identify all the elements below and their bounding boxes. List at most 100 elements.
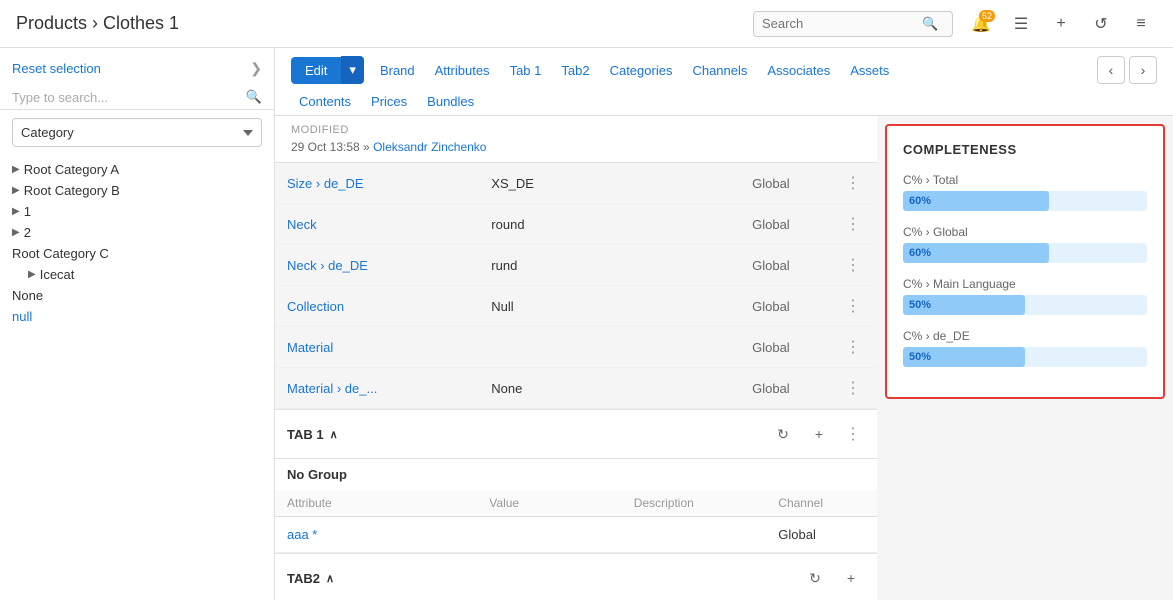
attr-scope-material-de: Global — [740, 368, 829, 409]
attr-name-neck-de[interactable]: Neck › de_DE — [275, 245, 479, 286]
tab2-refresh-button[interactable]: ↻ — [801, 564, 829, 592]
attr-name-collection[interactable]: Collection — [275, 286, 479, 327]
tab-tab1[interactable]: Tab 1 — [502, 57, 550, 84]
tab2-add-button[interactable]: + — [837, 564, 865, 592]
attr-actions-material-de: ⋮ — [829, 368, 877, 409]
tab-brand[interactable]: Brand — [372, 57, 423, 84]
edit-dropdown-button[interactable]: ▾ — [341, 56, 364, 84]
sidebar-search-input[interactable] — [12, 90, 246, 105]
header-icons: 🔔 52 ☰ + ↺ ≡ — [965, 8, 1157, 40]
tab1-data-row: aaa * Global — [275, 517, 877, 553]
tree-item-2[interactable]: ▶ 2 — [12, 222, 262, 243]
tab1-refresh-button[interactable]: ↻ — [769, 420, 797, 448]
menu-button[interactable]: ≡ — [1125, 8, 1157, 40]
attr-name-material[interactable]: Material — [275, 327, 479, 368]
table-scroll-area[interactable]: Modified 29 Oct 13:58 » Oleksandr Zinche… — [275, 116, 877, 600]
dots-icon[interactable]: ⋮ — [841, 296, 865, 317]
plus-icon: + — [1056, 15, 1065, 33]
edit-button-group: Edit ▾ — [291, 56, 364, 84]
tree-item-1[interactable]: ▶ 1 — [12, 201, 262, 222]
attr-scope-material: Global — [740, 327, 829, 368]
tab2-section-header: TAB2 ∧ ↻ + — [275, 553, 877, 600]
tree-item-none[interactable]: None — [12, 285, 262, 306]
attr-actions-neck: ⋮ — [829, 204, 877, 245]
tab-row-2: Contents Prices Bundles — [291, 84, 1157, 115]
tree-item-root-c[interactable]: Root Category C — [12, 243, 262, 264]
tab1-add-button[interactable]: + — [805, 420, 833, 448]
tree-item-null[interactable]: null — [12, 306, 262, 327]
tab1-attr-name-aaa[interactable]: aaa * — [287, 527, 489, 542]
completeness-label-global: C% › Global — [903, 225, 1147, 239]
progress-bar-global: 60% — [903, 243, 1147, 263]
tab1-title-text: TAB 1 — [287, 427, 324, 442]
progress-bar-de-de: 50% — [903, 347, 1147, 367]
tab-contents[interactable]: Contents — [291, 88, 359, 115]
tree-item-icecat[interactable]: ▶ Icecat — [12, 264, 262, 285]
completeness-label-main-lang: C% › Main Language — [903, 277, 1147, 291]
dots-icon[interactable]: ⋮ — [841, 214, 865, 235]
category-select[interactable]: Category — [12, 118, 262, 147]
search-input[interactable] — [762, 16, 922, 31]
completeness-panel: COMPLETENESS C% › Total 60% C% › Global … — [885, 124, 1165, 399]
modified-info: Modified 29 Oct 13:58 » Oleksandr Zinche… — [275, 116, 877, 163]
table-row: Material Global ⋮ — [275, 327, 877, 368]
attr-name-neck[interactable]: Neck — [275, 204, 479, 245]
edit-button[interactable]: Edit — [291, 57, 341, 84]
progress-label-total: 60% — [909, 195, 931, 207]
reset-selection-link[interactable]: Reset selection — [12, 61, 101, 76]
attributes-table: Size › de_DE XS_DE Global ⋮ Neck round G… — [275, 163, 877, 409]
modified-user[interactable]: Oleksandr Zinchenko — [373, 140, 486, 154]
content-area: Edit ▾ Brand Attributes Tab 1 Tab2 Categ… — [275, 48, 1173, 600]
tab-bundles[interactable]: Bundles — [419, 88, 482, 115]
tab-channels[interactable]: Channels — [684, 57, 755, 84]
attr-value-material — [479, 327, 740, 368]
tab1-section-header: TAB 1 ∧ ↻ + ⋮ — [275, 409, 877, 459]
list-view-button[interactable]: ☰ — [1005, 8, 1037, 40]
table-row: Material › de_... None Global ⋮ — [275, 368, 877, 409]
attr-scope-collection: Global — [740, 286, 829, 327]
tab-categories[interactable]: Categories — [602, 57, 681, 84]
sidebar-search-bar[interactable]: 🔍 — [0, 85, 274, 110]
tab-prices[interactable]: Prices — [363, 88, 415, 115]
attr-value-collection: Null — [479, 286, 740, 327]
dots-icon[interactable]: ⋮ — [841, 173, 865, 194]
tab1-dots-icon[interactable]: ⋮ — [841, 422, 865, 446]
dots-icon[interactable]: ⋮ — [841, 378, 865, 399]
attr-scope-neck-de: Global — [740, 245, 829, 286]
dots-icon[interactable]: ⋮ — [841, 255, 865, 276]
tree-item-root-b[interactable]: ▶ Root Category B — [12, 180, 262, 201]
notifications-button[interactable]: 🔔 52 — [965, 8, 997, 40]
attr-name-material-de[interactable]: Material › de_... — [275, 368, 479, 409]
attr-name-size-de[interactable]: Size › de_DE — [275, 163, 479, 204]
tree-item-root-a[interactable]: ▶ Root Category A — [12, 159, 262, 180]
search-bar[interactable]: 🔍 — [753, 11, 953, 37]
dots-icon[interactable]: ⋮ — [841, 337, 865, 358]
attr-actions-material: ⋮ — [829, 327, 877, 368]
tree-arrow-icon: ▶ — [28, 269, 36, 280]
main-layout: Reset selection ❯ 🔍 Category ▶ Root Cate… — [0, 48, 1173, 600]
tree-item-label: Root Category C — [12, 246, 109, 261]
attr-actions-collection: ⋮ — [829, 286, 877, 327]
table-row: Collection Null Global ⋮ — [275, 286, 877, 327]
add-button[interactable]: + — [1045, 8, 1077, 40]
completeness-item-global: C% › Global 60% — [903, 225, 1147, 263]
history-button[interactable]: ↺ — [1085, 8, 1117, 40]
tab2-section-title: TAB2 ∧ — [287, 571, 334, 586]
tree-item-label: Icecat — [40, 267, 75, 282]
tab-tab2[interactable]: Tab2 — [553, 57, 597, 84]
sidebar-collapse-icon[interactable]: ❯ — [250, 60, 262, 77]
tab-associates[interactable]: Associates — [759, 57, 838, 84]
sidebar-search-icon: 🔍 — [246, 89, 262, 105]
sidebar-reset-row: Reset selection ❯ — [0, 56, 274, 85]
tab-navigation: ‹ › — [1097, 56, 1157, 84]
completeness-item-de-de: C% › de_DE 50% — [903, 329, 1147, 367]
tab2-title-text: TAB2 — [287, 571, 320, 586]
completeness-item-main-lang: C% › Main Language 50% — [903, 277, 1147, 315]
tab-attributes[interactable]: Attributes — [427, 57, 498, 84]
tab-prev-button[interactable]: ‹ — [1097, 56, 1125, 84]
attr-scope-size-de: Global — [740, 163, 829, 204]
tab-assets[interactable]: Assets — [842, 57, 897, 84]
tab1-caret-icon: ∧ — [330, 428, 338, 441]
tab-next-button[interactable]: › — [1129, 56, 1157, 84]
completeness-label-total: C% › Total — [903, 173, 1147, 187]
